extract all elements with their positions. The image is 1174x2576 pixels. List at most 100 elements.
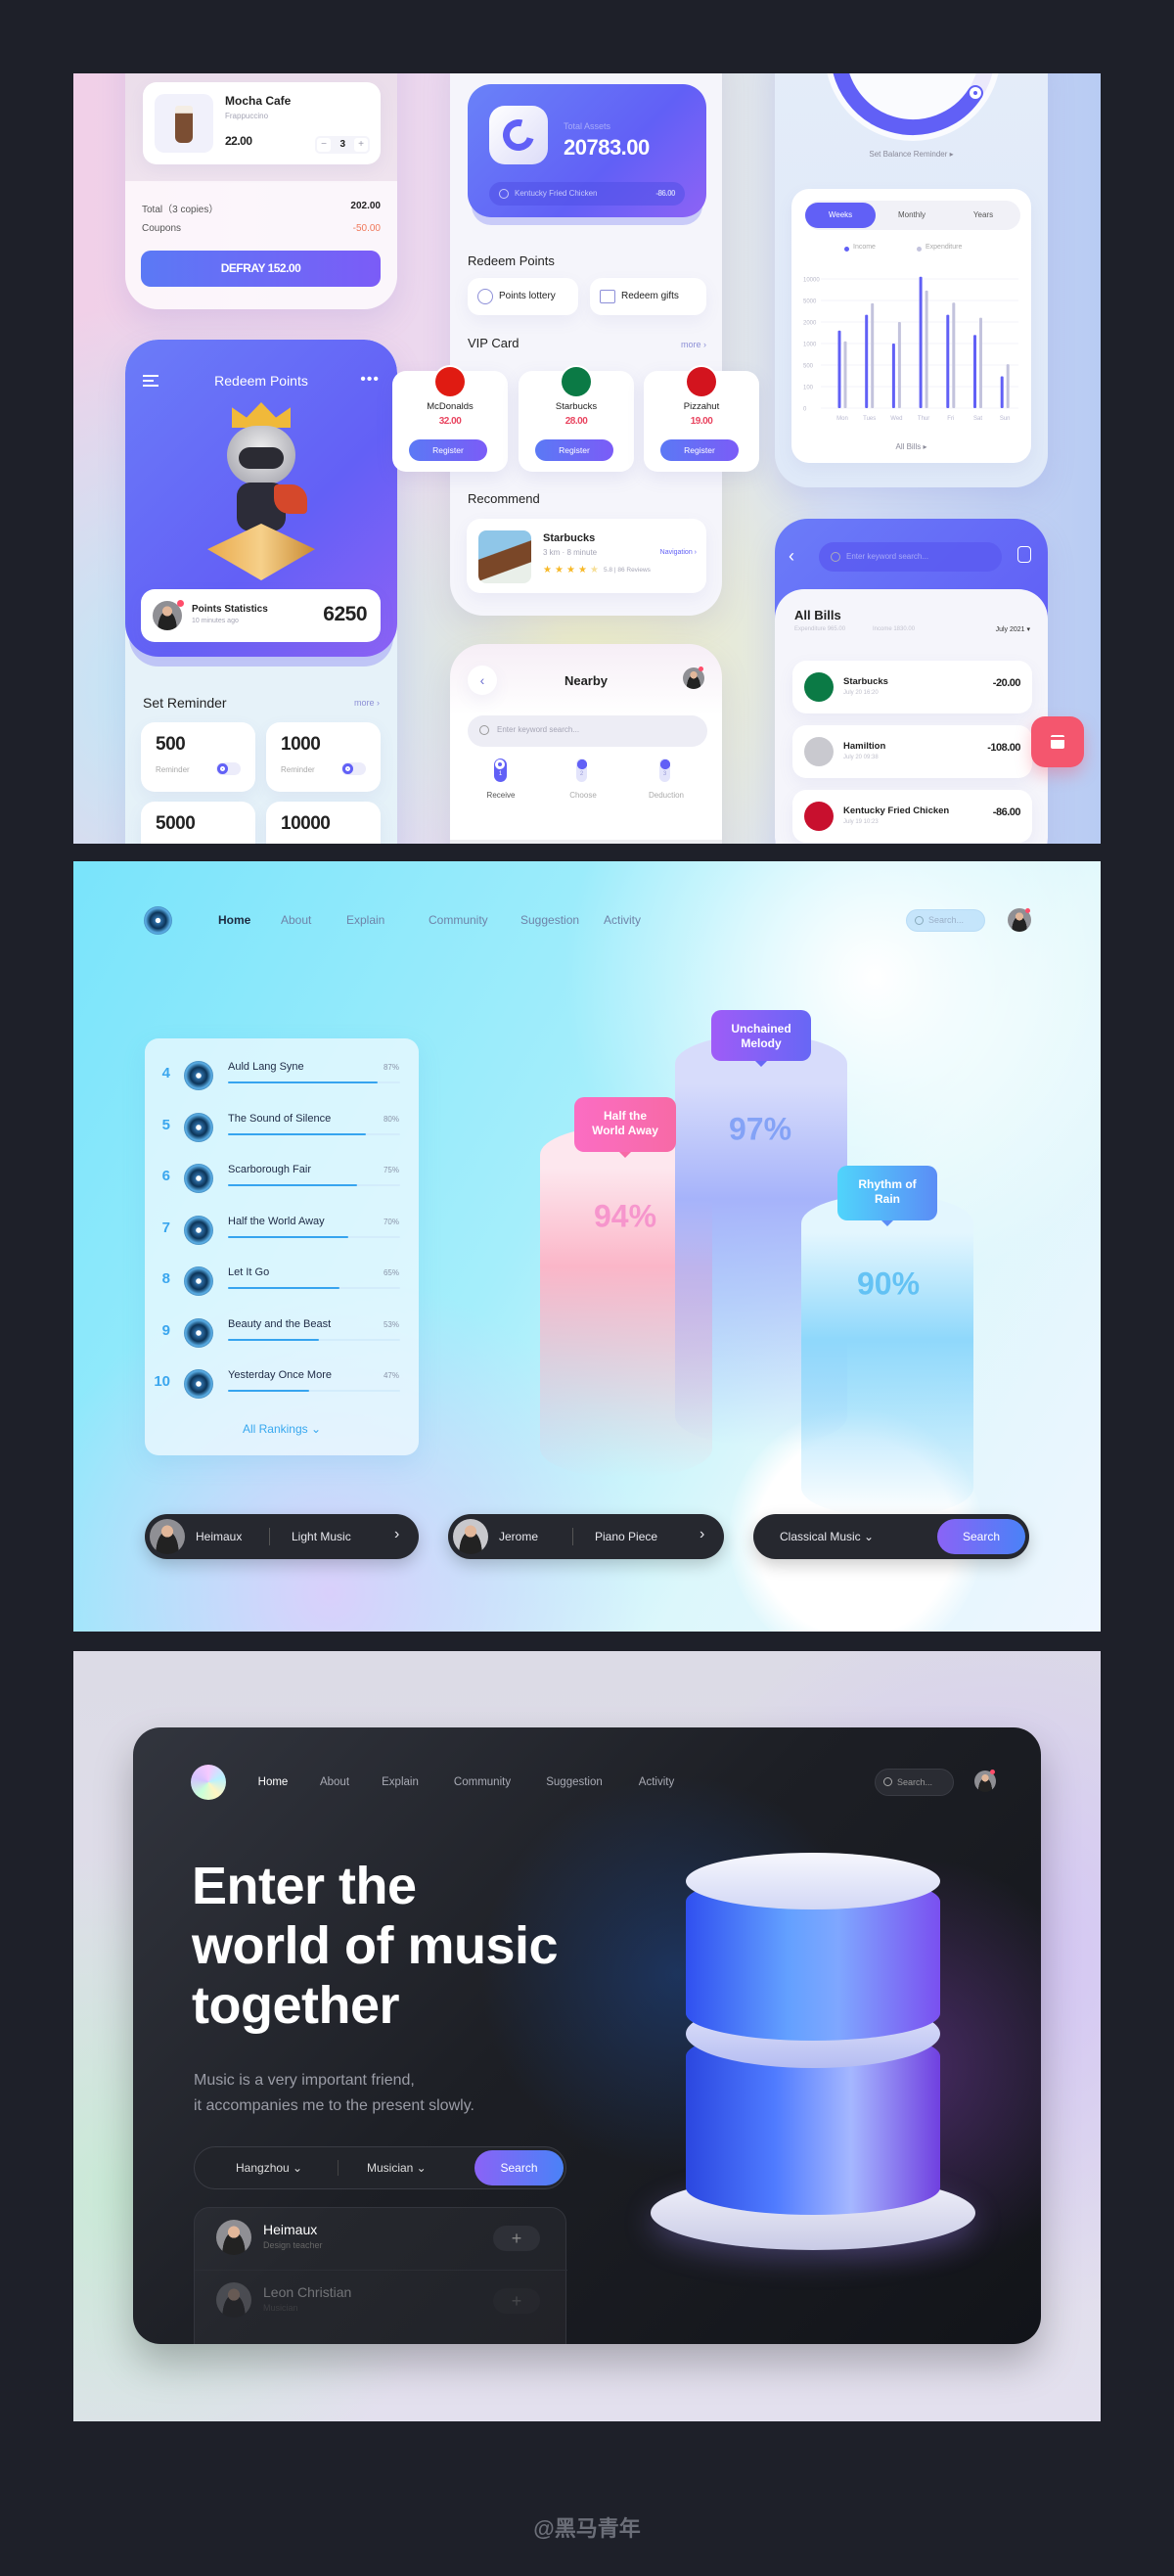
reminder-toggle[interactable] <box>216 762 241 775</box>
genre-select[interactable]: Classical Music ⌄ <box>780 1530 874 1543</box>
tab-weeks[interactable]: Weeks <box>805 203 876 228</box>
add-musician-button[interactable]: + <box>493 2288 540 2314</box>
nav-activity[interactable]: Activity <box>639 1776 674 1788</box>
tab-years[interactable]: Years <box>948 203 1018 228</box>
reminder-more-link[interactable]: more › <box>354 698 380 708</box>
points-statistics-card[interactable]: Points Statistics 10 minutes ago 6250 <box>141 589 381 642</box>
ranking-row[interactable]: 10 Yesterday Once More 47% <box>145 1358 419 1409</box>
musician-row[interactable]: Leon Christian Musician + <box>195 2271 567 2333</box>
podium-tag[interactable]: Half the World Away <box>574 1097 676 1158</box>
vip-card[interactable]: Pizzahut 19.00 Register <box>644 367 759 472</box>
nav-explain[interactable]: Explain <box>346 913 384 927</box>
reminder-card[interactable]: 1000 Reminder <box>266 722 381 792</box>
search-input[interactable]: Enter keyword search... <box>819 542 1002 572</box>
nav-community[interactable]: Community <box>454 1776 511 1788</box>
artist-pill[interactable]: Heimaux Light Music › <box>145 1514 419 1559</box>
all-rankings-link[interactable]: All Rankings ⌄ <box>145 1422 419 1436</box>
nav-suggestion[interactable]: Suggestion <box>546 1776 603 1788</box>
nav-about[interactable]: About <box>320 1776 349 1788</box>
musician-name: Leon Christian <box>263 2284 352 2300</box>
reminder-card[interactable]: 5000 <box>141 802 255 844</box>
step-indicator[interactable]: 3 <box>659 759 670 782</box>
ranking-row[interactable]: 7 Half the World Away 70% <box>145 1205 419 1256</box>
nav-explain[interactable]: Explain <box>382 1776 419 1788</box>
bar-expenditure-tues <box>871 302 875 408</box>
artist-pill[interactable]: Jerome Piano Piece › <box>448 1514 724 1559</box>
register-button[interactable]: Register <box>660 439 739 461</box>
nav-about[interactable]: About <box>281 913 311 927</box>
logo[interactable] <box>191 1765 226 1800</box>
vip-more-link[interactable]: more › <box>681 340 706 349</box>
delete-button[interactable] <box>1031 716 1084 767</box>
set-balance-reminder-link[interactable]: Set Balance Reminder ▸ <box>775 150 1048 159</box>
nav-suggestion[interactable]: Suggestion <box>520 913 579 927</box>
ranking-row[interactable]: 8 Let It Go 65% <box>145 1256 419 1307</box>
popularity-bar <box>228 1235 400 1238</box>
defray-button[interactable]: DEFRAY 152.00 <box>141 251 381 287</box>
last-transaction[interactable]: Kentucky Fried Chicken -86.00 <box>489 182 685 206</box>
reminder-card[interactable]: 10000 <box>266 802 381 844</box>
musician-row[interactable]: Heimaux Design teacher + <box>195 2208 567 2271</box>
step-indicator[interactable]: 2 <box>576 759 587 782</box>
reminder-card[interactable]: 500 Reminder <box>141 722 255 792</box>
quantity-stepper[interactable]: − 3 + <box>315 136 370 154</box>
bar-expenditure-thur <box>925 290 928 408</box>
album-disc-icon <box>184 1215 213 1245</box>
musician-avatar <box>216 2220 251 2255</box>
vip-card[interactable]: McDonalds 32.00 Register <box>392 367 508 472</box>
vip-price: 32.00 <box>438 416 462 427</box>
step-number: 2 <box>579 771 584 777</box>
increment-button[interactable]: + <box>354 138 368 152</box>
map-preview[interactable] <box>450 840 722 844</box>
ranking-row[interactable]: 4 Auld Lang Syne 87% <box>145 1050 419 1101</box>
bill-item[interactable]: Starbucks July 20 16:20 -20.00 <box>792 661 1032 713</box>
tab-monthly[interactable]: Monthly <box>878 203 946 228</box>
income-total: Income 1830.00 <box>873 626 916 632</box>
register-button[interactable]: Register <box>409 439 487 461</box>
logo[interactable] <box>144 906 172 935</box>
step-label: Receive <box>486 791 516 800</box>
nav-community[interactable]: Community <box>429 913 488 927</box>
genre-search-bar: Classical Music ⌄ Search <box>753 1514 1029 1559</box>
receipt-icon[interactable] <box>1017 546 1031 563</box>
coupons-label: Coupons <box>142 223 182 234</box>
add-musician-button[interactable]: + <box>493 2226 540 2251</box>
vip-card[interactable]: Starbucks 28.00 Register <box>519 367 634 472</box>
bar-income-wed <box>891 344 895 408</box>
podium-tag[interactable]: Rhythm of Rain <box>837 1166 937 1226</box>
redeem-gifts-chip[interactable]: Redeem gifts <box>590 278 706 315</box>
search-button[interactable]: Search <box>474 2150 564 2185</box>
ranking-row[interactable]: 9 Beauty and the Beast 53% <box>145 1308 419 1358</box>
search-input[interactable]: Enter keyword search... <box>468 715 707 747</box>
navigation-link[interactable]: Navigation › <box>660 549 697 556</box>
search-input[interactable]: Search... <box>906 909 985 932</box>
song-title: Scarborough Fair <box>228 1164 311 1175</box>
nav-home[interactable]: Home <box>258 1776 289 1788</box>
podium-tag[interactable]: Unchained Melody <box>711 1010 811 1067</box>
ranking-row[interactable]: 5 The Sound of Silence 80% <box>145 1102 419 1153</box>
bill-item[interactable]: Hamiltion July 20 09:38 -108.00 <box>792 725 1032 778</box>
recommend-card[interactable]: Starbucks 3 km · 8 minute Navigation › ★… <box>467 519 706 593</box>
month-select[interactable]: July 2021 ▾ <box>996 625 1030 633</box>
search-input[interactable]: Search... <box>875 1769 954 1796</box>
city-select[interactable]: Hangzhou ⌄ <box>236 2161 302 2175</box>
more-options-icon[interactable]: ••• <box>360 371 380 389</box>
role-select[interactable]: Musician ⌄ <box>367 2161 427 2175</box>
legend-label: Income <box>853 244 876 251</box>
nav-activity[interactable]: Activity <box>604 913 641 927</box>
step-indicator[interactable]: 1 <box>494 759 507 782</box>
decrement-button[interactable]: − <box>317 138 331 152</box>
nav-home[interactable]: Home <box>218 913 250 927</box>
all-bills-link[interactable]: All Bills ▸ <box>791 442 1031 451</box>
bill-item[interactable]: Kentucky Fried Chicken July 19 10:23 -86.0… <box>792 790 1032 843</box>
back-button[interactable]: ‹ <box>789 546 794 567</box>
reminder-toggle[interactable] <box>341 762 366 775</box>
balance-screen: Set Balance Reminder ▸ 0 100 500 1000 2000 50… <box>775 73 1048 487</box>
legend-label: Expenditure <box>926 244 963 251</box>
ranking-row[interactable]: 6 Scarborough Fair 75% <box>145 1153 419 1204</box>
register-button[interactable]: Register <box>535 439 613 461</box>
search-button[interactable]: Search <box>937 1519 1025 1554</box>
headline-line: world of music <box>192 1916 559 1975</box>
popularity-bar-fill <box>228 1081 379 1083</box>
points-lottery-chip[interactable]: Points lottery <box>468 278 578 315</box>
